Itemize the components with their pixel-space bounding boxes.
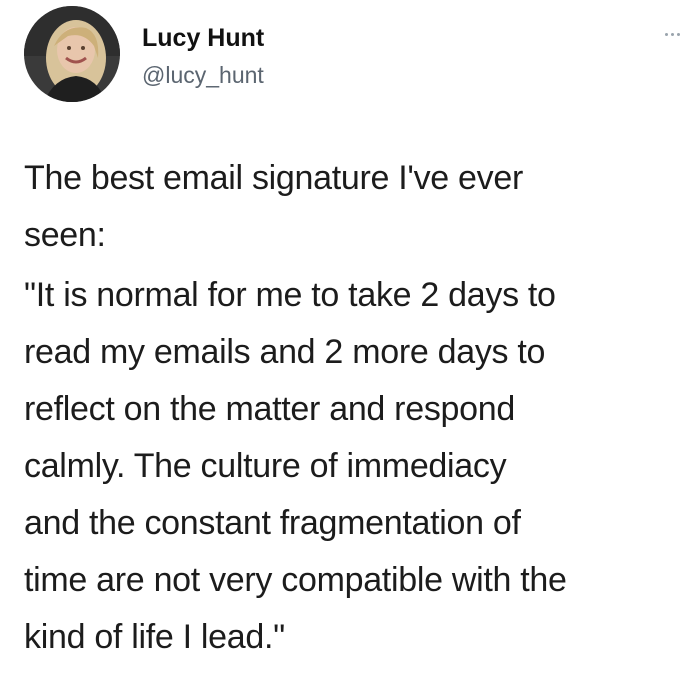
user-name[interactable]: Lucy Hunt [142,24,264,53]
more-options-icon[interactable] [654,22,690,46]
more-dot [664,32,668,36]
more-dot [670,32,674,36]
avatar[interactable] [24,6,120,102]
more-dot [676,32,680,36]
tweet-paragraph-quote: "It is normal for me to take 2 days to r… [24,276,567,656]
user-handle[interactable]: @lucy_hunt [142,62,264,89]
tweet-paragraph-intro: The best email signature I've ever seen: [24,159,523,254]
tweet-text: The best email signature I've ever seen:… [24,150,694,666]
profile-photo-icon [24,6,120,102]
tweet-header: Lucy Hunt @lucy_hunt [0,0,700,120]
